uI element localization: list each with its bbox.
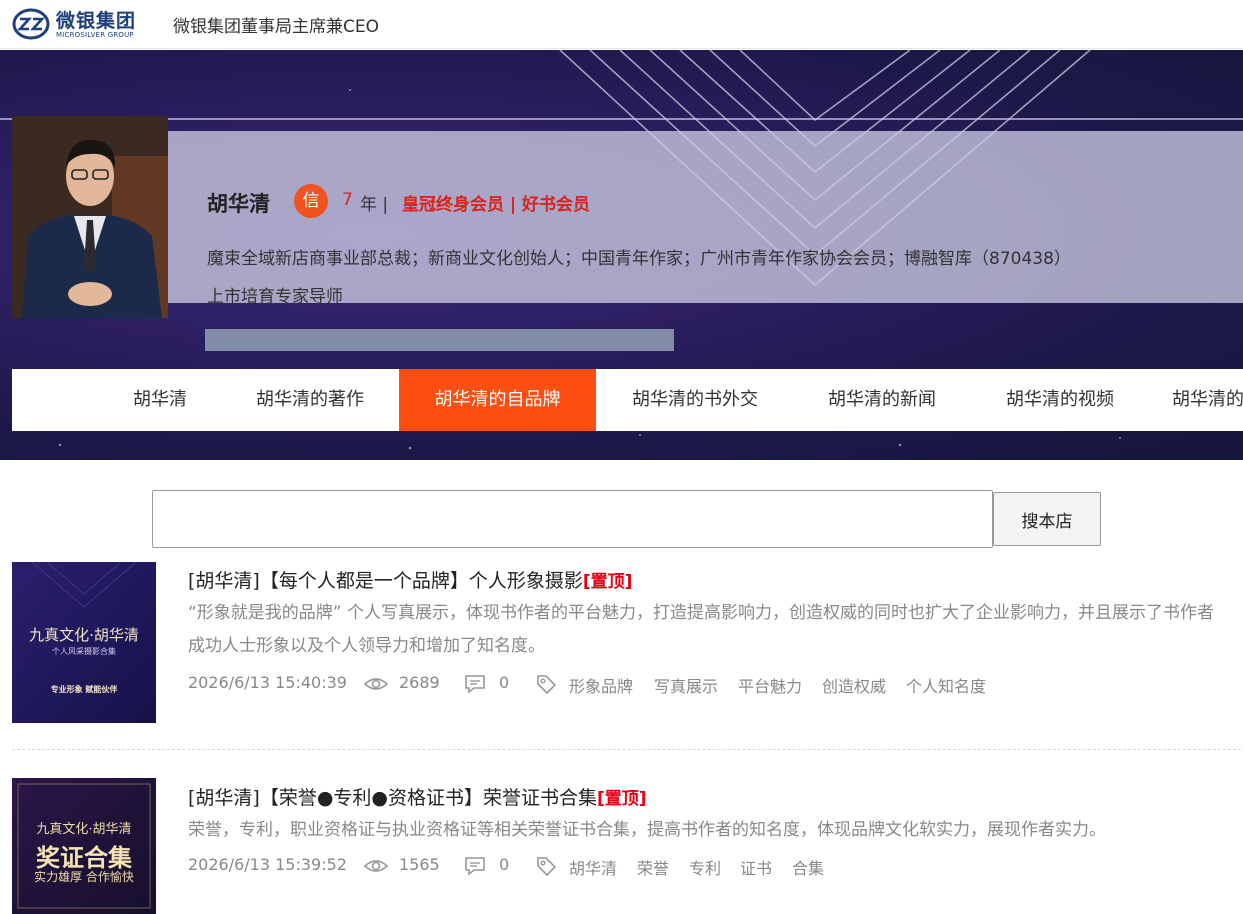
tab-more[interactable]: 胡华清的 xyxy=(1172,369,1243,431)
person-avatar-icon xyxy=(12,116,168,318)
tag-link[interactable]: 荣誉 xyxy=(637,855,669,879)
logo-mark-icon xyxy=(12,8,50,40)
thumbnail-tagline: 专业形象 赋能伙伴 xyxy=(50,685,118,694)
store-search-input[interactable] xyxy=(152,490,993,548)
tag-icon xyxy=(537,857,557,877)
view-count: 1565 xyxy=(399,855,440,874)
eye-icon xyxy=(363,678,389,690)
avatar[interactable] xyxy=(12,116,168,318)
item-title[interactable]: [胡华清]【每个人都是一个品牌】个人形象摄影[置顶] xyxy=(188,566,632,593)
search-store-button[interactable]: 搜本店 xyxy=(993,492,1101,546)
thumbnail-title: 九真文化·胡华清 xyxy=(36,822,132,837)
brand-logo[interactable]: 微银集团 MICROSILVER GROUP xyxy=(12,6,152,42)
thumbnail-tagline: 实力雄厚 合作愉快 xyxy=(34,870,134,884)
tag-link[interactable]: 平台魅力 xyxy=(738,673,802,697)
logo-name: 微银集团 xyxy=(56,10,137,32)
item-title[interactable]: [胡华清]【荣誉●专利●资格证书】荣誉证书合集[置顶] xyxy=(188,783,647,810)
tab-news[interactable]: 胡华清的新闻 xyxy=(809,369,955,431)
view-count: 2689 xyxy=(399,673,440,692)
tag-link[interactable]: 证书 xyxy=(740,855,772,879)
item-thumbnail[interactable]: 九真文化·胡华清 奖证合集 实力雄厚 合作愉快 xyxy=(12,778,156,914)
tag-link[interactable]: 合集 xyxy=(792,855,824,879)
tag-link[interactable]: 专利 xyxy=(689,855,721,879)
pinned-badge: [置顶] xyxy=(596,789,647,809)
tab-book-diplomacy[interactable]: 胡华清的书外交 xyxy=(612,369,778,431)
item-title-text: [胡华清]【每个人都是一个品牌】个人形象摄影 xyxy=(188,570,583,592)
tag-link[interactable]: 形象品牌 xyxy=(569,673,633,697)
tab-self-brand[interactable]: 胡华清的自品牌 xyxy=(399,369,596,431)
member-years-unit: 年 | xyxy=(360,195,389,215)
comment-icon[interactable] xyxy=(463,856,487,876)
page-title: 微银集团董事局主席兼CEO xyxy=(173,17,379,37)
tag-link[interactable]: 写真展示 xyxy=(654,673,718,697)
tab-works[interactable]: 胡华清的著作 xyxy=(238,369,382,431)
profile-name[interactable]: 胡华清 xyxy=(207,188,270,218)
thumbnail-subtitle: 个人风采摄影合集 xyxy=(52,647,116,656)
pinned-badge: [置顶] xyxy=(582,572,633,592)
tab-home[interactable]: 胡华清 xyxy=(112,369,208,431)
membership-level[interactable]: 皇冠终身会员 | 好书会员 xyxy=(402,190,590,215)
thumbnail-title: 九真文化·胡华清 xyxy=(29,626,139,644)
item-description: 荣誉，专利，职业资格证与执业资格证等相关荣誉证书合集，提高书作者的知名度，体现品… xyxy=(188,820,1106,840)
profile-description: 魔束全域新店商事业部总裁；新商业文化创始人；中国青年作家；广州市青年作家协会会员… xyxy=(207,249,1071,307)
item-meta: 2026/6/13 15:39:52 1565 0 胡华清 荣誉 专利 证书 合… xyxy=(188,855,1218,879)
tag-link[interactable]: 创造权威 xyxy=(822,673,886,697)
tag-icon xyxy=(537,675,557,695)
item-description: “形象就是我的品牌” 个人写真展示，体现书作者的平台魅力，打造提高影响力，创造权… xyxy=(188,603,1215,656)
member-years: 7 xyxy=(342,190,353,210)
item-date: 2026/6/13 15:40:39 xyxy=(188,673,347,692)
logo-subtitle: MICROSILVER GROUP xyxy=(56,31,134,39)
item-date: 2026/6/13 15:39:52 xyxy=(188,855,347,874)
tag-link[interactable]: 个人知名度 xyxy=(906,673,986,697)
verified-badge[interactable]: 信 xyxy=(294,184,328,218)
item-meta: 2026/6/13 15:40:39 2689 0 形象品牌 写真展示 平台魅力… xyxy=(188,673,1218,697)
profile-tabs: 胡华清 胡华清的著作 胡华清的自品牌 胡华清的书外交 胡华清的新闻 胡华清的视频… xyxy=(12,369,1243,431)
redacted-bar xyxy=(205,329,674,351)
comment-count: 0 xyxy=(499,673,510,692)
comment-icon[interactable] xyxy=(463,674,487,694)
top-bar: 微银集团 MICROSILVER GROUP 微银集团董事局主席兼CEO xyxy=(0,0,1243,49)
item-divider xyxy=(12,749,1241,750)
tab-videos[interactable]: 胡华清的视频 xyxy=(987,369,1133,431)
item-title-text: [胡华清]【荣誉●专利●资格证书】荣誉证书合集 xyxy=(188,787,597,809)
tag-link[interactable]: 胡华清 xyxy=(569,855,617,879)
eye-icon xyxy=(363,860,389,872)
comment-count: 0 xyxy=(499,855,510,874)
item-thumbnail[interactable]: 九真文化·胡华清 个人风采摄影合集 专业形象 赋能伙伴 xyxy=(12,562,156,723)
